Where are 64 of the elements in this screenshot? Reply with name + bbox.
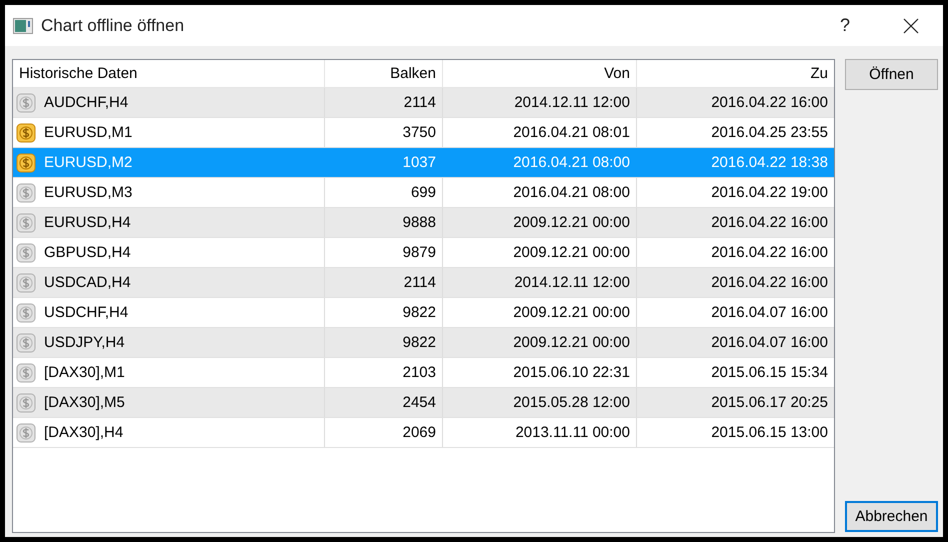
table-cell: 9822 xyxy=(325,298,443,327)
table-cell: GBPUSD,H4 xyxy=(44,244,131,261)
table-row[interactable]: USDJPY,H4 9822 2009.12.21 00:00 2016.04.07 16:00 xyxy=(13,328,834,358)
table-cell: USDJPY,H4 xyxy=(44,334,125,351)
table-cell: 3750 xyxy=(325,118,443,147)
close-icon xyxy=(903,18,919,34)
table-cell: 2103 xyxy=(325,358,443,387)
table-cell: 2454 xyxy=(325,388,443,417)
column-header[interactable]: Balken xyxy=(325,60,443,87)
table-cell: 2114 xyxy=(325,268,443,297)
window-title: Chart offline öffnen xyxy=(41,16,186,36)
table-cell: 2009.12.21 00:00 xyxy=(443,238,637,267)
table-cell: 2016.04.21 08:01 xyxy=(443,118,637,147)
table-cell: EURUSD,M1 xyxy=(44,124,132,141)
table-cell-text: 2016.04.07 16:00 xyxy=(710,333,829,353)
table-cell: 2014.12.11 12:00 xyxy=(443,88,637,117)
table-cell: [DAX30],H4 xyxy=(44,424,124,441)
table-cell: 2015.05.28 12:00 xyxy=(443,388,637,417)
table-cell: 9888 xyxy=(325,208,443,237)
table-cell: 699 xyxy=(325,178,443,207)
table-cell-text: 2016.04.22 19:00 xyxy=(710,183,829,203)
table-cell: 1037 xyxy=(325,148,443,177)
table-cell: 2015.06.10 22:31 xyxy=(443,358,637,387)
table-row[interactable]: [DAX30],H4 2069 2013.11.11 00:00 2015.06.15 13:00 xyxy=(13,418,834,448)
column-header[interactable]: Zu xyxy=(637,60,834,87)
column-header[interactable]: Historische Daten xyxy=(13,60,325,87)
table-cell: EURUSD,M2 xyxy=(44,154,132,171)
table-cell: 2016.04.21 08:00 xyxy=(443,148,637,177)
table-cell-text: 2016.04.22 18:38 xyxy=(710,153,829,173)
table-row[interactable]: AUDCHF,H4 2114 2014.12.11 12:00 2016.04.22 16:00 xyxy=(13,88,834,118)
table-cell-text: 2016.04.25 23:55 xyxy=(710,123,829,143)
dialog-button[interactable]: Abbrechen xyxy=(845,501,938,532)
table-cell-text: 2015.06.17 20:25 xyxy=(710,393,829,413)
table-cell: 2009.12.21 00:00 xyxy=(443,208,637,237)
table-cell-text: 2016.04.22 16:00 xyxy=(710,213,829,233)
dialog-button[interactable]: Öffnen xyxy=(845,59,938,90)
table-cell-text: 2016.04.22 16:00 xyxy=(710,273,829,293)
table-cell: 9822 xyxy=(325,328,443,357)
table-cell: 2069 xyxy=(325,418,443,447)
table-cell: 9879 xyxy=(325,238,443,267)
table-cell: EURUSD,M3 xyxy=(44,184,132,201)
table-cell: [DAX30],M5 xyxy=(44,394,125,411)
table-cell: [DAX30],M1 xyxy=(44,364,125,381)
table-row[interactable]: EURUSD,H4 9888 2009.12.21 00:00 2016.04.22 16:00 xyxy=(13,208,834,238)
table-cell: USDCAD,H4 xyxy=(44,274,131,291)
table-cell: 2009.12.21 00:00 xyxy=(443,328,637,357)
table-cell-text: 2016.04.22 16:00 xyxy=(710,93,829,113)
table-row[interactable]: USDCAD,H4 2114 2014.12.11 12:00 2016.04.22 16:00 xyxy=(13,268,834,298)
table-cell-text: 2015.06.15 13:00 xyxy=(710,423,829,443)
table-cell: 2013.11.11 00:00 xyxy=(443,418,637,447)
table-cell: 2016.04.21 08:00 xyxy=(443,178,637,207)
table-row[interactable]: [DAX30],M5 2454 2015.05.28 12:00 2015.06.17 20:25 xyxy=(13,388,834,418)
table-cell: 2014.12.11 12:00 xyxy=(443,268,637,297)
table-cell-text: 2016.04.07 16:00 xyxy=(710,303,829,323)
table-cell-text: 2015.06.15 15:34 xyxy=(710,363,829,383)
table-cell: 2114 xyxy=(325,88,443,117)
chart-window-icon xyxy=(13,18,33,34)
table-cell: AUDCHF,H4 xyxy=(44,94,128,111)
table-cell-text: 2016.04.22 16:00 xyxy=(710,243,829,263)
table-cell: EURUSD,H4 xyxy=(44,214,131,231)
help-button[interactable]: ? xyxy=(811,5,879,46)
table-cell: 2009.12.21 00:00 xyxy=(443,298,637,327)
column-header[interactable]: Von xyxy=(443,60,637,87)
table-cell: USDCHF,H4 xyxy=(44,304,128,321)
